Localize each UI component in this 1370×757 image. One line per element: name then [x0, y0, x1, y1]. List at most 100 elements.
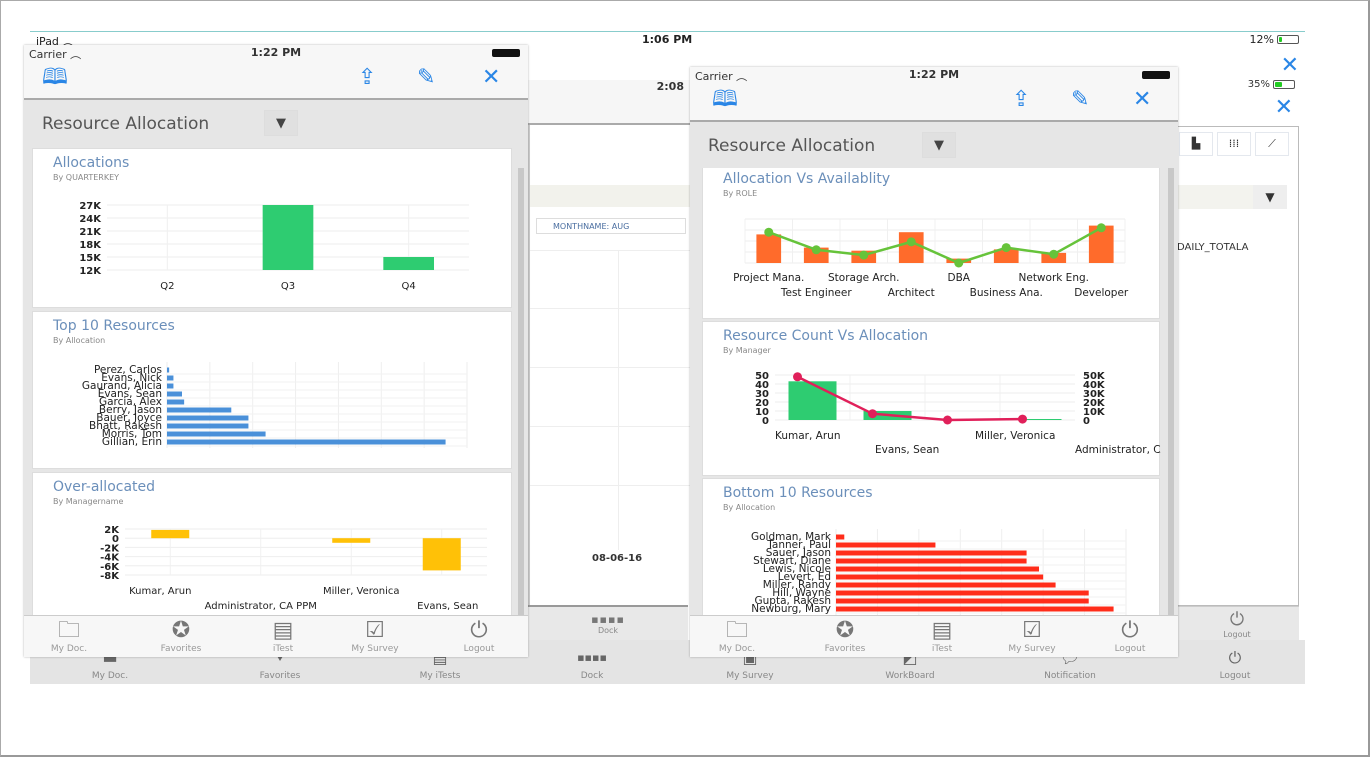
data-point [1018, 414, 1027, 424]
data-point [954, 258, 964, 268]
list-icon: ▤ [272, 618, 294, 643]
survey-icon: ☑ [1022, 618, 1042, 643]
tab-favorites[interactable]: ✪ Favorites [136, 616, 226, 658]
tab-logout[interactable]: ⏻ Logout [1085, 616, 1175, 658]
tab-label: Logout [463, 644, 495, 654]
tab-my-doc[interactable]: 🗀︎ My Doc. [24, 616, 114, 658]
dashboard-content: Allocation Vs Availablity By ROLE Projec… [690, 168, 1178, 615]
line-chart-icon[interactable]: ⟋ [1255, 132, 1289, 156]
tab-itest[interactable]: ▤ iTest [238, 616, 328, 658]
tab-label: My Doc. [91, 671, 129, 681]
x-tick-label: Q2 [160, 281, 174, 292]
data-point [811, 245, 821, 255]
chart-card-bottom10: Bottom 10 Resources By Allocation Goldma… [702, 478, 1160, 615]
folder-icon: 🗀︎ [725, 618, 748, 643]
close-icon-2[interactable]: ✕ [1275, 95, 1293, 120]
filter-icon[interactable]: ▼ [1253, 185, 1287, 209]
tab-favorites[interactable]: ✪ Favorites [800, 616, 890, 658]
x-tick-label: Business Ana. [970, 287, 1043, 299]
x-tick-label: DBA [948, 272, 971, 284]
x-tick-label: Architect [888, 287, 935, 299]
background-navbar: 2:08 [528, 80, 690, 125]
bar [167, 439, 446, 445]
y-tick-label: 21K [79, 227, 102, 238]
bar [167, 415, 249, 421]
close-icon[interactable]: ✕ [1133, 88, 1151, 112]
tab-label: iTest [931, 644, 953, 654]
phone-tab-bar: 🗀︎ My Doc. ✪ Favorites ▤ iTest ☑ My Survey ⏻… [24, 615, 528, 657]
y-tick-label: 24K [79, 214, 102, 225]
power-icon: ⏻ [1228, 648, 1242, 667]
x-tick-label: Q4 [402, 281, 416, 292]
dashboard-title: Resource Allocation [42, 114, 210, 134]
bg-tab-logout[interactable]: ⏻ Logout [1160, 640, 1310, 684]
bar [898, 232, 924, 263]
battery-percent: 12% [1249, 33, 1274, 46]
data-point [793, 372, 802, 382]
bar [788, 381, 837, 420]
x-tick-label: Developer [1074, 287, 1129, 299]
x-tick-label: Network Eng. [1019, 272, 1089, 284]
scrollbar[interactable] [518, 168, 524, 615]
chart-type-buttons: ▙ ⁞⁞⁞ ⟋ [1179, 132, 1289, 156]
tab-my-doc[interactable]: 🗀︎ My Doc. [692, 616, 782, 658]
star-icon: ✪ [835, 618, 855, 643]
dashboard-header: Resource Allocation ▼ [24, 100, 528, 146]
bar [383, 257, 435, 270]
x-tick-label: Kumar, Arun [775, 430, 840, 442]
tab-itest[interactable]: ▤ iTest [897, 616, 987, 658]
edit-icon[interactable]: ✎ [417, 66, 435, 90]
battery-icon [1142, 71, 1170, 79]
list-icon: ▤ [931, 618, 953, 643]
dashboard-header: Resource Allocation ▼ [690, 122, 1178, 168]
battery-percent-2: 35% [1247, 79, 1270, 90]
scrollbar[interactable] [1168, 168, 1174, 615]
tab-label: Logout [1114, 644, 1146, 654]
filter-button[interactable]: ▼ [922, 132, 956, 158]
tab-logout[interactable]: ⏻ Logout [434, 616, 524, 658]
bg-tab-dock[interactable]: ▪▪▪▪ Dock [517, 640, 667, 684]
bottom10-chart: Goldman, MarkTanner, PaulSauer, JasonSte… [751, 529, 1127, 615]
star-icon: ✪ [171, 618, 191, 643]
background-dock-button[interactable]: ▪▪▪▪ Dock [528, 605, 688, 640]
bar [836, 582, 1056, 588]
share-icon[interactable]: ⇪ [1012, 88, 1030, 112]
background-logout-button[interactable]: ⏻ Logout [1175, 606, 1299, 640]
edit-icon[interactable]: ✎ [1071, 88, 1089, 112]
phone-left: Carrier ︵ 1:22 PM 🕮︎ ⇪ ✎ ✕ Resource Allo… [24, 45, 528, 657]
y-tick-label: Gillian, Erin [102, 436, 162, 448]
close-icon[interactable]: ✕ [1281, 53, 1299, 78]
filter-button[interactable]: ▼ [264, 110, 298, 136]
book-icon[interactable]: 🕮︎ [712, 88, 738, 112]
book-icon[interactable]: 🕮︎ [42, 66, 68, 90]
y-tick-label: -8K [100, 571, 120, 582]
data-point [1049, 249, 1059, 259]
data-point [859, 250, 869, 260]
background-grid [530, 250, 690, 550]
power-icon: ⏻ [1229, 609, 1245, 630]
phone-tab-bar: 🗀︎ My Doc. ✪ Favorites ▤ iTest ☑ My Survey ⏻… [690, 615, 1178, 657]
bar [836, 574, 1044, 580]
share-icon[interactable]: ⇪ [358, 66, 376, 90]
close-icon[interactable]: ✕ [482, 66, 500, 90]
filter-chip-month[interactable]: MONTHNAME: AUG [536, 218, 686, 234]
survey-icon: ☑ [365, 618, 385, 643]
overallocated-chart: 2K0-2K-4K-6K-8KKumar, ArunAdministrator,… [100, 525, 487, 612]
grid-icon[interactable]: ⁞⁞⁞ [1217, 132, 1251, 156]
tab-label: Logout [1219, 671, 1251, 681]
bar [756, 234, 782, 263]
x-tick-label: Evans, Sean [417, 601, 478, 612]
bar [167, 431, 266, 437]
data-point [868, 409, 877, 419]
phone-time: 1:22 PM [250, 46, 302, 59]
bar-chart-icon[interactable]: ▙ [1179, 132, 1213, 156]
bar [836, 558, 1027, 564]
data-point [1096, 223, 1106, 233]
battery-icon [492, 49, 520, 57]
dock-icon: ▪▪▪▪ [577, 651, 607, 664]
tab-my-survey[interactable]: ☑ My Survey [987, 616, 1077, 658]
phone-status-bar: Carrier ︵ 1:22 PM [24, 45, 528, 61]
background-right-window: ✕ 35% ✕ ▙ ⁞⁞⁞ ⟋ ▼ DAILY_TOTALA ⏻ Logout [1175, 50, 1303, 640]
tab-my-survey[interactable]: ☑ My Survey [330, 616, 420, 658]
tab-label: iTest [272, 644, 294, 654]
